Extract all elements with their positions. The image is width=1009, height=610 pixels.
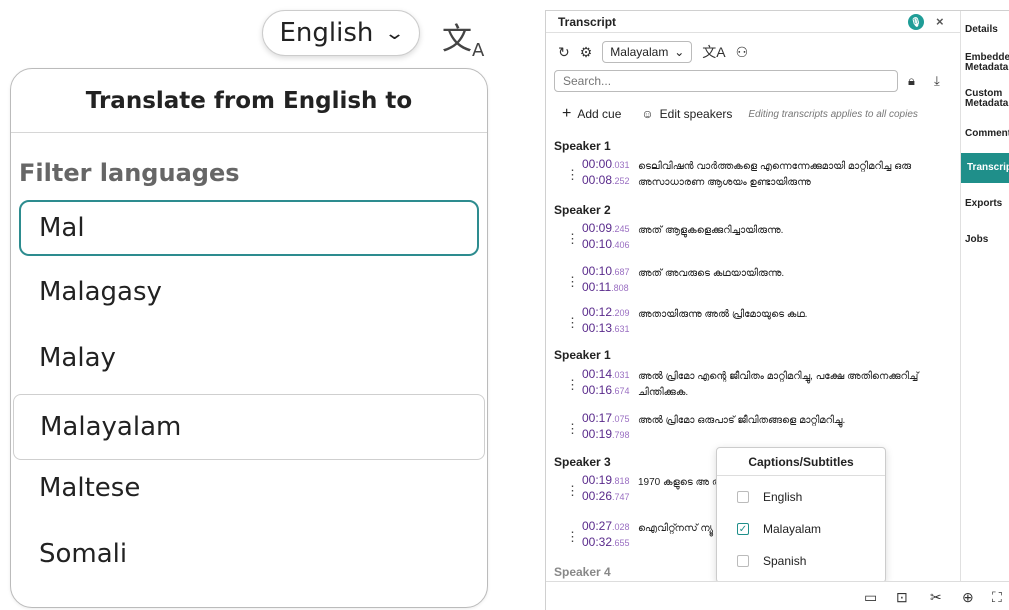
caption-label: English bbox=[763, 490, 803, 504]
language-select-value: Malayalam bbox=[610, 45, 669, 59]
more-options-icon[interactable]: ⋮ bbox=[566, 167, 579, 183]
microphone-icon[interactable]: 🎙 bbox=[908, 14, 924, 30]
language-option-malayalam[interactable]: Malayalam bbox=[13, 394, 485, 460]
language-option-malagasy[interactable]: Malagasy bbox=[39, 277, 162, 307]
transcript-panel: Transcript 🎙 × ↻ ⚙ Malayalam ⌄ 文A ⚇ 🔒︎ ⤓… bbox=[546, 11, 960, 610]
caption-option-english[interactable]: English bbox=[737, 490, 802, 504]
more-options-icon[interactable]: ⋮ bbox=[566, 231, 579, 247]
caption-option-malayalam[interactable]: ✓ Malayalam bbox=[737, 522, 821, 536]
add-cue-button[interactable]: Add cue bbox=[577, 107, 621, 121]
checkbox-icon[interactable] bbox=[737, 555, 749, 567]
language-option-maltese[interactable]: Maltese bbox=[39, 473, 140, 503]
nav-custom-metadata[interactable]: Custom Metadata bbox=[965, 89, 1009, 109]
cue-text[interactable]: അത് അവരുടെ കഥയായിരുന്നു. bbox=[638, 266, 938, 282]
transcript-toolbar: ↻ ⚙ Malayalam ⌄ 文A ⚇ bbox=[558, 41, 748, 63]
speaker-icon[interactable]: ⚇ bbox=[736, 44, 749, 61]
cue-text[interactable]: അത് ആളുകളെക്കുറിച്ചായിരുന്നു. bbox=[638, 223, 938, 239]
language-option-somali[interactable]: Somali bbox=[39, 539, 127, 569]
cue-times: 00:14.031 00:16.674 bbox=[582, 367, 630, 397]
chevron-down-icon: ⌄ bbox=[674, 45, 685, 59]
filter-languages-input[interactable] bbox=[19, 200, 479, 256]
panel-title: Transcript bbox=[558, 14, 617, 29]
gear-icon[interactable]: ⚙ bbox=[580, 44, 593, 61]
cue-text[interactable]: അതായിരുന്നു അൽ പ്രിമോയുടെ കഥ. bbox=[638, 307, 938, 323]
plus-icon[interactable]: + bbox=[562, 105, 571, 123]
more-options-icon[interactable]: ⋮ bbox=[566, 274, 579, 290]
cue-times: 00:10.687 00:11.808 bbox=[582, 264, 630, 294]
scissors-icon[interactable]: ✂ bbox=[930, 589, 942, 606]
more-options-icon[interactable]: ⋮ bbox=[566, 377, 579, 393]
translate-popover: Translate from English to Filter languag… bbox=[10, 68, 488, 608]
close-icon[interactable]: × bbox=[936, 14, 944, 29]
fullscreen-icon[interactable]: ⛶ bbox=[992, 589, 1002, 606]
cue-text[interactable]: ടെലിവിഷൻ വാർത്തകളെ എന്നെന്നേക്കുമായി മാറ… bbox=[638, 159, 938, 191]
language-button-label: English bbox=[279, 18, 374, 48]
cue-row[interactable]: ⋮ 00:14.031 00:16.674 അൽ പ്രിമോ എന്റെ ജീ… bbox=[554, 367, 954, 401]
cue-times: 00:00.031 00:08.252 bbox=[582, 157, 630, 187]
more-options-icon[interactable]: ⋮ bbox=[566, 529, 579, 545]
nav-transcript[interactable]: Transcript bbox=[961, 153, 1009, 183]
right-sidebar-nav: Details Embedded Metadata Custom Metadat… bbox=[960, 11, 1009, 610]
edit-speakers-button[interactable]: Edit speakers bbox=[660, 107, 733, 121]
nav-jobs[interactable]: Jobs bbox=[965, 235, 988, 245]
checkbox-icon[interactable] bbox=[737, 491, 749, 503]
cue-row[interactable]: ⋮ 00:17.075 00:19.798 അൽ പ്രിമോ ഒരുപാട് … bbox=[554, 411, 954, 445]
cue-times: 00:27.028 00:32.655 bbox=[582, 519, 630, 549]
checkbox-checked-icon[interactable]: ✓ bbox=[737, 523, 749, 535]
cue-row[interactable]: ⋮ 00:09.245 00:10.406 അത് ആളുകളെക്കുറിച്… bbox=[554, 221, 954, 255]
nav-details[interactable]: Details bbox=[965, 25, 998, 35]
filter-label: Filter languages bbox=[19, 159, 240, 187]
download-icon[interactable]: ⤓ bbox=[934, 73, 940, 89]
popover-title: Translate from English to bbox=[11, 69, 487, 133]
more-options-icon[interactable]: ⋮ bbox=[566, 315, 579, 331]
edit-speakers-icon[interactable]: ☺ bbox=[641, 107, 653, 121]
cue-text[interactable]: അൽ പ്രിമോ എന്റെ ജീവിതം മാറ്റിമറിച്ചു, പക… bbox=[638, 369, 938, 401]
caption-label: Spanish bbox=[763, 554, 807, 568]
cue-times: 00:12.209 00:13.631 bbox=[582, 305, 630, 335]
transcript-app: Transcript 🎙 × ↻ ⚙ Malayalam ⌄ 文A ⚇ 🔒︎ ⤓… bbox=[545, 10, 1009, 610]
nav-embedded-metadata[interactable]: Embedded Metadata bbox=[965, 53, 1009, 73]
nav-exports[interactable]: Exports bbox=[965, 199, 1002, 209]
cue-times: 00:19.818 00:26.747 bbox=[582, 473, 630, 503]
speaker-label[interactable]: Speaker 2 bbox=[554, 203, 611, 217]
lock-icon[interactable]: 🔒︎ bbox=[908, 73, 915, 89]
refresh-icon[interactable]: ↻ bbox=[558, 44, 570, 61]
cue-text[interactable]: അൽ പ്രിമോ ഒരുപാട് ജീവിതങ്ങളെ മാറ്റിമറിച്… bbox=[638, 413, 938, 429]
bottom-toolbar: ▭ ⊡ ✂ ⊕ ⛶ bbox=[546, 581, 1009, 610]
cue-row[interactable]: ⋮ 00:10.687 00:11.808 അത് അവരുടെ കഥയായിര… bbox=[554, 264, 954, 298]
language-option-malay[interactable]: Malay bbox=[39, 343, 116, 373]
translate-icon[interactable]: 文A bbox=[702, 42, 725, 62]
speaker-label[interactable]: Speaker 1 bbox=[554, 139, 611, 153]
chevron-down-icon: ⌄ bbox=[384, 22, 406, 44]
fit-icon[interactable]: ⊡ bbox=[896, 589, 908, 606]
cue-row[interactable]: ⋮ 00:12.209 00:13.631 അതായിരുന്നു അൽ പ്ര… bbox=[554, 305, 954, 339]
cue-actions: + Add cue ☺ Edit speakers Editing transc… bbox=[562, 105, 918, 123]
captions-menu-title: Captions/Subtitles bbox=[717, 448, 885, 476]
translate-icon[interactable]: 文A bbox=[442, 14, 484, 61]
cue-times: 00:09.245 00:10.406 bbox=[582, 221, 630, 251]
search-input[interactable] bbox=[554, 70, 898, 92]
cue-row[interactable]: ⋮ 00:00.031 00:08.252 ടെലിവിഷൻ വാർത്തകളെ… bbox=[554, 157, 954, 191]
caption-option-spanish[interactable]: Spanish bbox=[737, 554, 806, 568]
caption-label: Malayalam bbox=[763, 522, 822, 536]
cue-times: 00:17.075 00:19.798 bbox=[582, 411, 630, 441]
speaker-label[interactable]: Speaker 1 bbox=[554, 348, 611, 362]
language-dropdown-button[interactable]: English ⌄ bbox=[262, 10, 420, 56]
captions-menu: Captions/Subtitles English ✓ Malayalam S… bbox=[716, 447, 886, 583]
zoom-icon[interactable]: ⊕ bbox=[962, 589, 974, 606]
panel-header: Transcript 🎙 × bbox=[546, 11, 960, 33]
speaker-label[interactable]: Speaker 4 bbox=[554, 565, 611, 579]
speaker-label[interactable]: Speaker 3 bbox=[554, 455, 611, 469]
more-options-icon[interactable]: ⋮ bbox=[566, 483, 579, 499]
nav-comments[interactable]: Comments bbox=[965, 129, 1009, 139]
captions-icon[interactable]: ▭ bbox=[864, 589, 877, 606]
edit-note: Editing transcripts applies to all copie… bbox=[748, 108, 918, 120]
transcript-language-select[interactable]: Malayalam ⌄ bbox=[602, 41, 693, 63]
more-options-icon[interactable]: ⋮ bbox=[566, 421, 579, 437]
